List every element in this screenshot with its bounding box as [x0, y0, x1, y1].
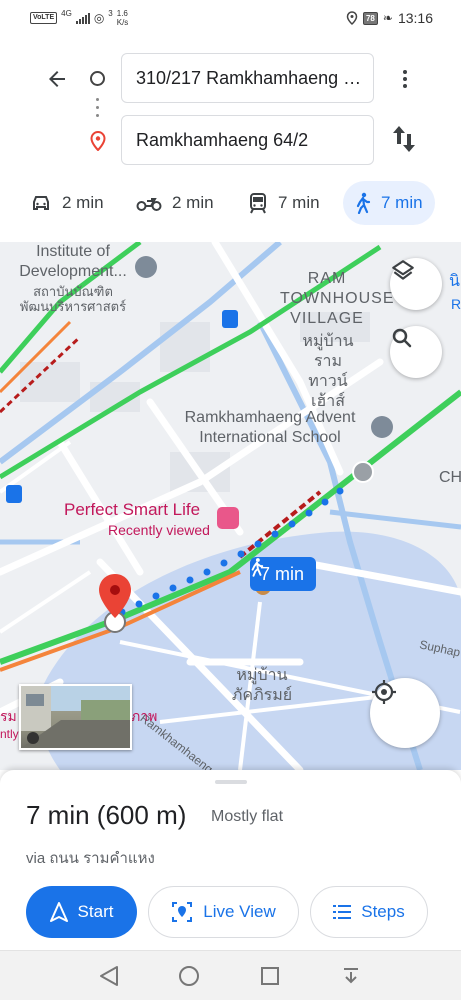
red-pin-icon: [99, 574, 131, 618]
map-label-ram-townhouse: RAM TOWNHOUSE VILLAGE: [280, 270, 395, 327]
square-recents-icon: [261, 967, 279, 985]
mode-walking-time: 7 min: [381, 193, 423, 212]
start-button-label: Start: [77, 902, 114, 921]
circle-home-icon: [179, 966, 199, 986]
status-left: VoLTE 4G ◎ 3 1.6 K/s: [30, 9, 128, 27]
hotspot-icon: ◎: [93, 11, 105, 25]
map-label-institute-thai: สถาบันบัณฑิต พัฒนบริหารศาสตร์: [19, 284, 127, 314]
pull-down-icon: [344, 968, 358, 984]
map-label-ram-townhouse-thai: หมู่บ้าน รามทาวน์ เฮ้าส์: [302, 333, 354, 410]
route-terrain: Mostly flat: [211, 808, 284, 825]
walk-time-chip[interactable]: 7 min: [250, 557, 317, 591]
map-label-school: Ramkhamhaeng Advent International School: [184, 409, 356, 446]
motorcycle-icon: [136, 198, 162, 211]
map-label-edge-r: R: [451, 296, 461, 312]
walk-icon: [251, 558, 264, 577]
mode-motorcycle[interactable]: 2 min: [136, 181, 214, 225]
list-icon: [333, 905, 352, 919]
location-icon: [346, 11, 358, 25]
more-options-button[interactable]: [393, 62, 417, 96]
street-view-thumbnail[interactable]: [19, 684, 132, 750]
system-nav-bar: [0, 950, 461, 1000]
volte-badge: VoLTE: [30, 12, 58, 24]
directions-header: 310/217 Ramkhamhaeng 64/2 Ramkhamhaeng 6…: [0, 36, 461, 242]
status-bar: VoLTE 4G ◎ 3 1.6 K/s 78 ❧ 13:16: [0, 0, 461, 36]
mode-driving[interactable]: 2 min: [30, 181, 104, 225]
start-button[interactable]: Start: [26, 886, 137, 938]
steps-button[interactable]: Steps: [310, 886, 428, 938]
mode-transit[interactable]: 7 min: [248, 181, 320, 225]
mode-transit-time: 7 min: [278, 193, 320, 212]
network-speed: 1.6 K/s: [116, 9, 129, 27]
live-view-button[interactable]: Live View: [148, 886, 299, 938]
route-via: via ถนน รามคำแหง: [26, 850, 155, 867]
walk-icon: [356, 192, 371, 214]
sheet-handle[interactable]: [215, 780, 247, 784]
car-icon: [33, 196, 49, 210]
crosshair-icon: [372, 680, 396, 704]
charging-leaf-icon: ❧: [382, 11, 393, 25]
nav-home-button[interactable]: [176, 963, 202, 989]
mode-motorcycle-time: 2 min: [172, 193, 214, 212]
my-location-button[interactable]: [370, 678, 440, 748]
status-right: 78 ❧ 13:16: [346, 10, 433, 26]
transit-icon: [250, 193, 266, 214]
search-map-button[interactable]: [390, 326, 442, 378]
network-type: 4G: [61, 9, 72, 18]
nav-recents-button[interactable]: [257, 963, 283, 989]
clock: 13:16: [397, 10, 433, 26]
mode-walking[interactable]: 7 min: [343, 181, 435, 225]
route-duration: 7 min (600 m): [26, 800, 187, 830]
origin-dot-icon: [90, 71, 105, 86]
map-label-village-thai: หมู่บ้าน ภัคภิรมย์: [231, 667, 293, 704]
triangle-back-icon: [100, 966, 118, 986]
nav-back-button[interactable]: [96, 963, 122, 989]
map-view[interactable]: Institute of Development... สถาบันบัณฑิต…: [0, 242, 461, 770]
steps-button-label: Steps: [361, 902, 405, 921]
map-label-institute: Institute of Development...: [19, 243, 127, 280]
battery-icon: 78: [362, 11, 378, 25]
origin-field[interactable]: 310/217 Ramkhamhaeng 64/2: [121, 53, 374, 103]
walk-chip-label: 7 min: [260, 563, 305, 584]
route-summary-sheet: 7 min (600 m) Mostly flat via ถนน รามคำแ…: [0, 770, 461, 950]
live-view-button-label: Live View: [203, 902, 276, 921]
signal-icon: [75, 12, 90, 24]
route-connector: [96, 98, 99, 122]
layers-button[interactable]: [390, 258, 442, 310]
map-label-edge-ch: CH: [439, 469, 461, 486]
destination-pin-icon: [90, 130, 106, 156]
mode-driving-time: 2 min: [62, 193, 104, 212]
travel-modes: 2 min 2 min 7 min 7 min: [0, 179, 461, 227]
back-button[interactable]: [40, 62, 74, 96]
hotspot-count: 3: [108, 9, 113, 18]
layers-icon: [392, 260, 414, 280]
search-icon: [392, 328, 412, 348]
live-view-icon: [172, 902, 193, 922]
map-label-edge-left-paa: ภาพ: [131, 708, 158, 724]
swap-button[interactable]: [390, 124, 418, 159]
map-poi-name[interactable]: Perfect Smart Life: [64, 500, 224, 520]
nav-notifications-button[interactable]: [338, 963, 364, 989]
navigation-arrow-icon: [49, 902, 68, 922]
map-poi-sub: Recently viewed: [108, 522, 210, 538]
destination-field[interactable]: Ramkhamhaeng 64/2: [121, 115, 374, 165]
map-label-edge-ni: นิ: [449, 273, 460, 290]
swap-vert-icon: [393, 126, 415, 152]
arrow-back-icon: [49, 71, 65, 87]
